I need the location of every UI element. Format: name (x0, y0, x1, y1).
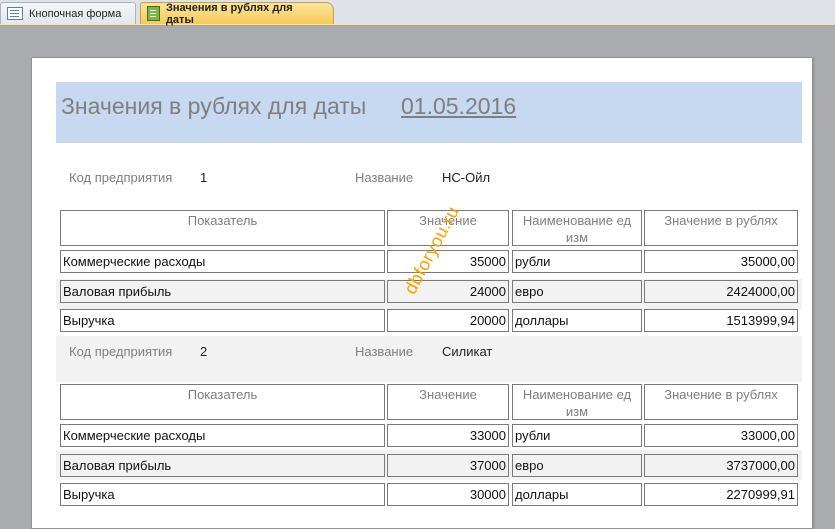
table-cell: доллары (512, 309, 642, 332)
table-cell: Валовая прибыль (60, 453, 385, 477)
table-cell: рубли (512, 424, 642, 447)
table-cell: 20000 (387, 309, 509, 332)
column-header: Значение (387, 384, 509, 420)
enterprise-code-label: Код предприятия (69, 344, 173, 359)
table-cell: евро (512, 453, 642, 477)
enterprise-code-label: Код предприятия (69, 170, 173, 185)
table-cell: 33000,00 (644, 424, 798, 447)
report-title: Значения в рублях для даты (61, 93, 367, 119)
table-cell: Выручка (60, 309, 385, 332)
enterprise-name-label: Название (355, 344, 414, 359)
table-cell: 2424000,00 (644, 279, 798, 303)
table-cell: 30000 (387, 483, 509, 506)
column-header: Наименование ед изм (512, 384, 642, 420)
table-cell: евро (512, 279, 642, 303)
table-cell: 33000 (387, 424, 509, 447)
report-page: Значения в рублях для даты 01.05.2016 Ко… (31, 57, 813, 529)
table-cell: 37000 (387, 453, 509, 477)
column-header: Значение в рублях (644, 210, 798, 246)
column-header: Значение в рублях (644, 384, 798, 420)
column-header: Наименование ед изм (512, 210, 642, 246)
table-cell: Валовая прибыль (60, 279, 385, 303)
report-date: 01.05.2016 (401, 93, 517, 119)
table-cell: Коммерческие расходы (60, 424, 385, 447)
enterprise-name-value: Силикат (442, 344, 493, 359)
enterprise-name-label: Название (355, 170, 414, 185)
form-icon (7, 7, 23, 20)
enterprise-name-value: НС-Ойл (442, 170, 491, 185)
table-cell: рубли (512, 250, 642, 273)
table-cell: 35000 (387, 250, 509, 273)
report-header-banner: Значения в рублях для даты 01.05.2016 (56, 82, 802, 143)
column-header: Показатель (60, 384, 385, 420)
tab-switchboard-form[interactable]: Кнопочная форма (0, 2, 136, 24)
table-cell: Выручка (60, 483, 385, 506)
table-cell: 2270999,91 (644, 483, 798, 506)
table-cell: 3737000,00 (644, 453, 798, 477)
group-header-band (56, 336, 802, 382)
tab-label: Значения в рублях для даты (165, 1, 293, 26)
report-icon (147, 6, 160, 21)
table-cell: 1513999,94 (644, 309, 798, 332)
column-header: Показатель (60, 210, 385, 246)
enterprise-code-value: 2 (200, 344, 208, 359)
tab-label: Кнопочная форма (29, 7, 122, 20)
tab-report-values[interactable]: Значения в рублях для даты (140, 1, 334, 26)
table-cell: доллары (512, 483, 642, 506)
table-cell: 35000,00 (644, 250, 798, 273)
enterprise-code-value: 1 (200, 170, 208, 185)
document-tab-strip: Кнопочная форма Значения в рублях для да… (0, 0, 835, 26)
table-cell: Коммерческие расходы (60, 250, 385, 273)
